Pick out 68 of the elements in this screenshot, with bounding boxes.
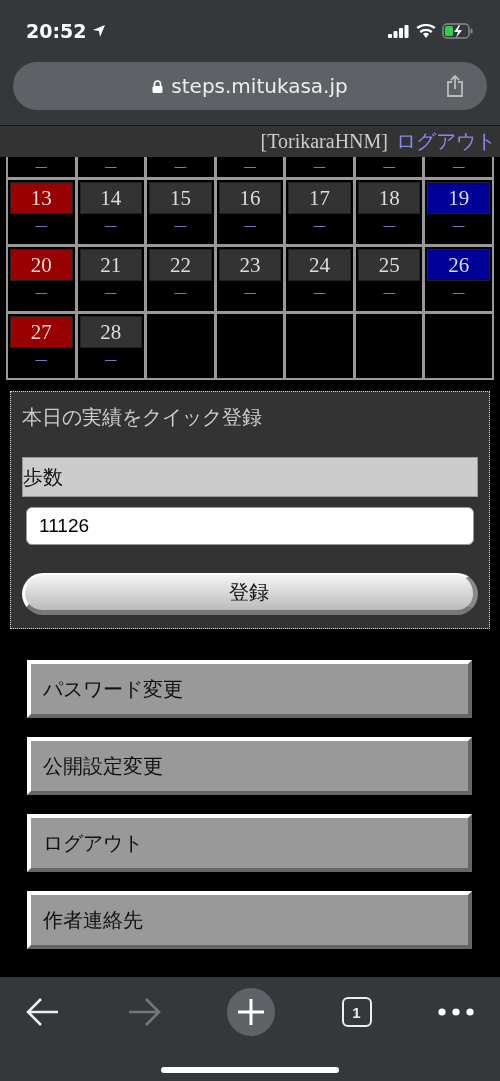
battery-charging-icon [442, 23, 474, 39]
lock-icon [152, 79, 164, 93]
day-number[interactable]: 16 [218, 182, 282, 214]
step-count: — [452, 217, 466, 235]
step-count: — [382, 284, 396, 302]
step-count: — [104, 284, 118, 302]
user-name: [TorikaraHNM] [260, 130, 388, 153]
step-count: — [243, 284, 257, 302]
day-number[interactable]: 22 [149, 249, 212, 281]
steps-input[interactable]: 11126 [26, 507, 474, 545]
register-button[interactable]: 登録 [22, 573, 478, 615]
field-label: 歩数 [22, 457, 478, 497]
step-count: — [452, 158, 466, 176]
step-count: — [34, 284, 48, 302]
step-count: — [313, 284, 327, 302]
calendar-cell [355, 314, 423, 378]
day-number[interactable]: 20 [10, 249, 73, 281]
signal-icon [388, 24, 410, 38]
location-arrow-icon [92, 24, 107, 38]
step-count: — [104, 217, 118, 235]
step-count: — [173, 284, 187, 302]
day-number[interactable]: 18 [357, 182, 421, 214]
url-text: steps.mitukasa.jp [171, 74, 348, 98]
panel-title: 本日の実績をクイック登録 [22, 405, 262, 430]
plus-icon [237, 998, 265, 1026]
step-count: — [243, 158, 257, 176]
step-count: — [173, 217, 187, 235]
step-count: — [34, 217, 48, 235]
new-tab-button[interactable] [227, 988, 275, 1036]
step-count: — [382, 158, 396, 176]
step-count: — [34, 158, 48, 176]
clock-time: 20:52 [26, 20, 87, 42]
tab-count-button[interactable]: 1 [341, 997, 372, 1027]
day-number[interactable]: 19 [427, 182, 490, 214]
day-number[interactable]: 13 [10, 182, 73, 214]
step-count: — [313, 217, 327, 235]
menu-button[interactable]: パスワード変更 [27, 660, 472, 718]
back-arrow-icon[interactable] [26, 997, 60, 1027]
step-count: — [104, 158, 118, 176]
step-count: — [243, 217, 257, 235]
day-number[interactable]: 17 [288, 182, 351, 214]
step-count: — [313, 158, 327, 176]
menu-button[interactable]: ログアウト [27, 814, 472, 872]
day-number[interactable]: 25 [357, 249, 421, 281]
day-number[interactable]: 26 [427, 249, 490, 281]
share-icon[interactable] [445, 74, 465, 98]
day-number[interactable]: 28 [79, 316, 143, 348]
menu-button[interactable]: 作者連絡先 [27, 891, 472, 949]
day-number[interactable]: 21 [79, 249, 143, 281]
address-bar[interactable]: steps.mitukasa.jp [13, 62, 487, 110]
day-number[interactable]: 24 [288, 249, 351, 281]
calendar-cell [216, 314, 284, 378]
calendar-cell [147, 314, 214, 378]
logout-link[interactable]: ログアウト [396, 128, 496, 155]
step-count: — [34, 351, 48, 369]
calendar-cell [425, 314, 492, 378]
day-number[interactable]: 23 [218, 249, 282, 281]
wifi-icon [416, 24, 436, 38]
step-count: — [382, 217, 396, 235]
day-number[interactable]: 14 [79, 182, 143, 214]
step-count: — [104, 351, 118, 369]
step-count: — [452, 284, 466, 302]
step-count: — [173, 158, 187, 176]
more-icon[interactable] [438, 1008, 474, 1016]
menu-button[interactable]: 公開設定変更 [27, 737, 472, 795]
calendar-cell [286, 314, 353, 378]
day-number[interactable]: 27 [10, 316, 73, 348]
day-number[interactable]: 15 [149, 182, 212, 214]
